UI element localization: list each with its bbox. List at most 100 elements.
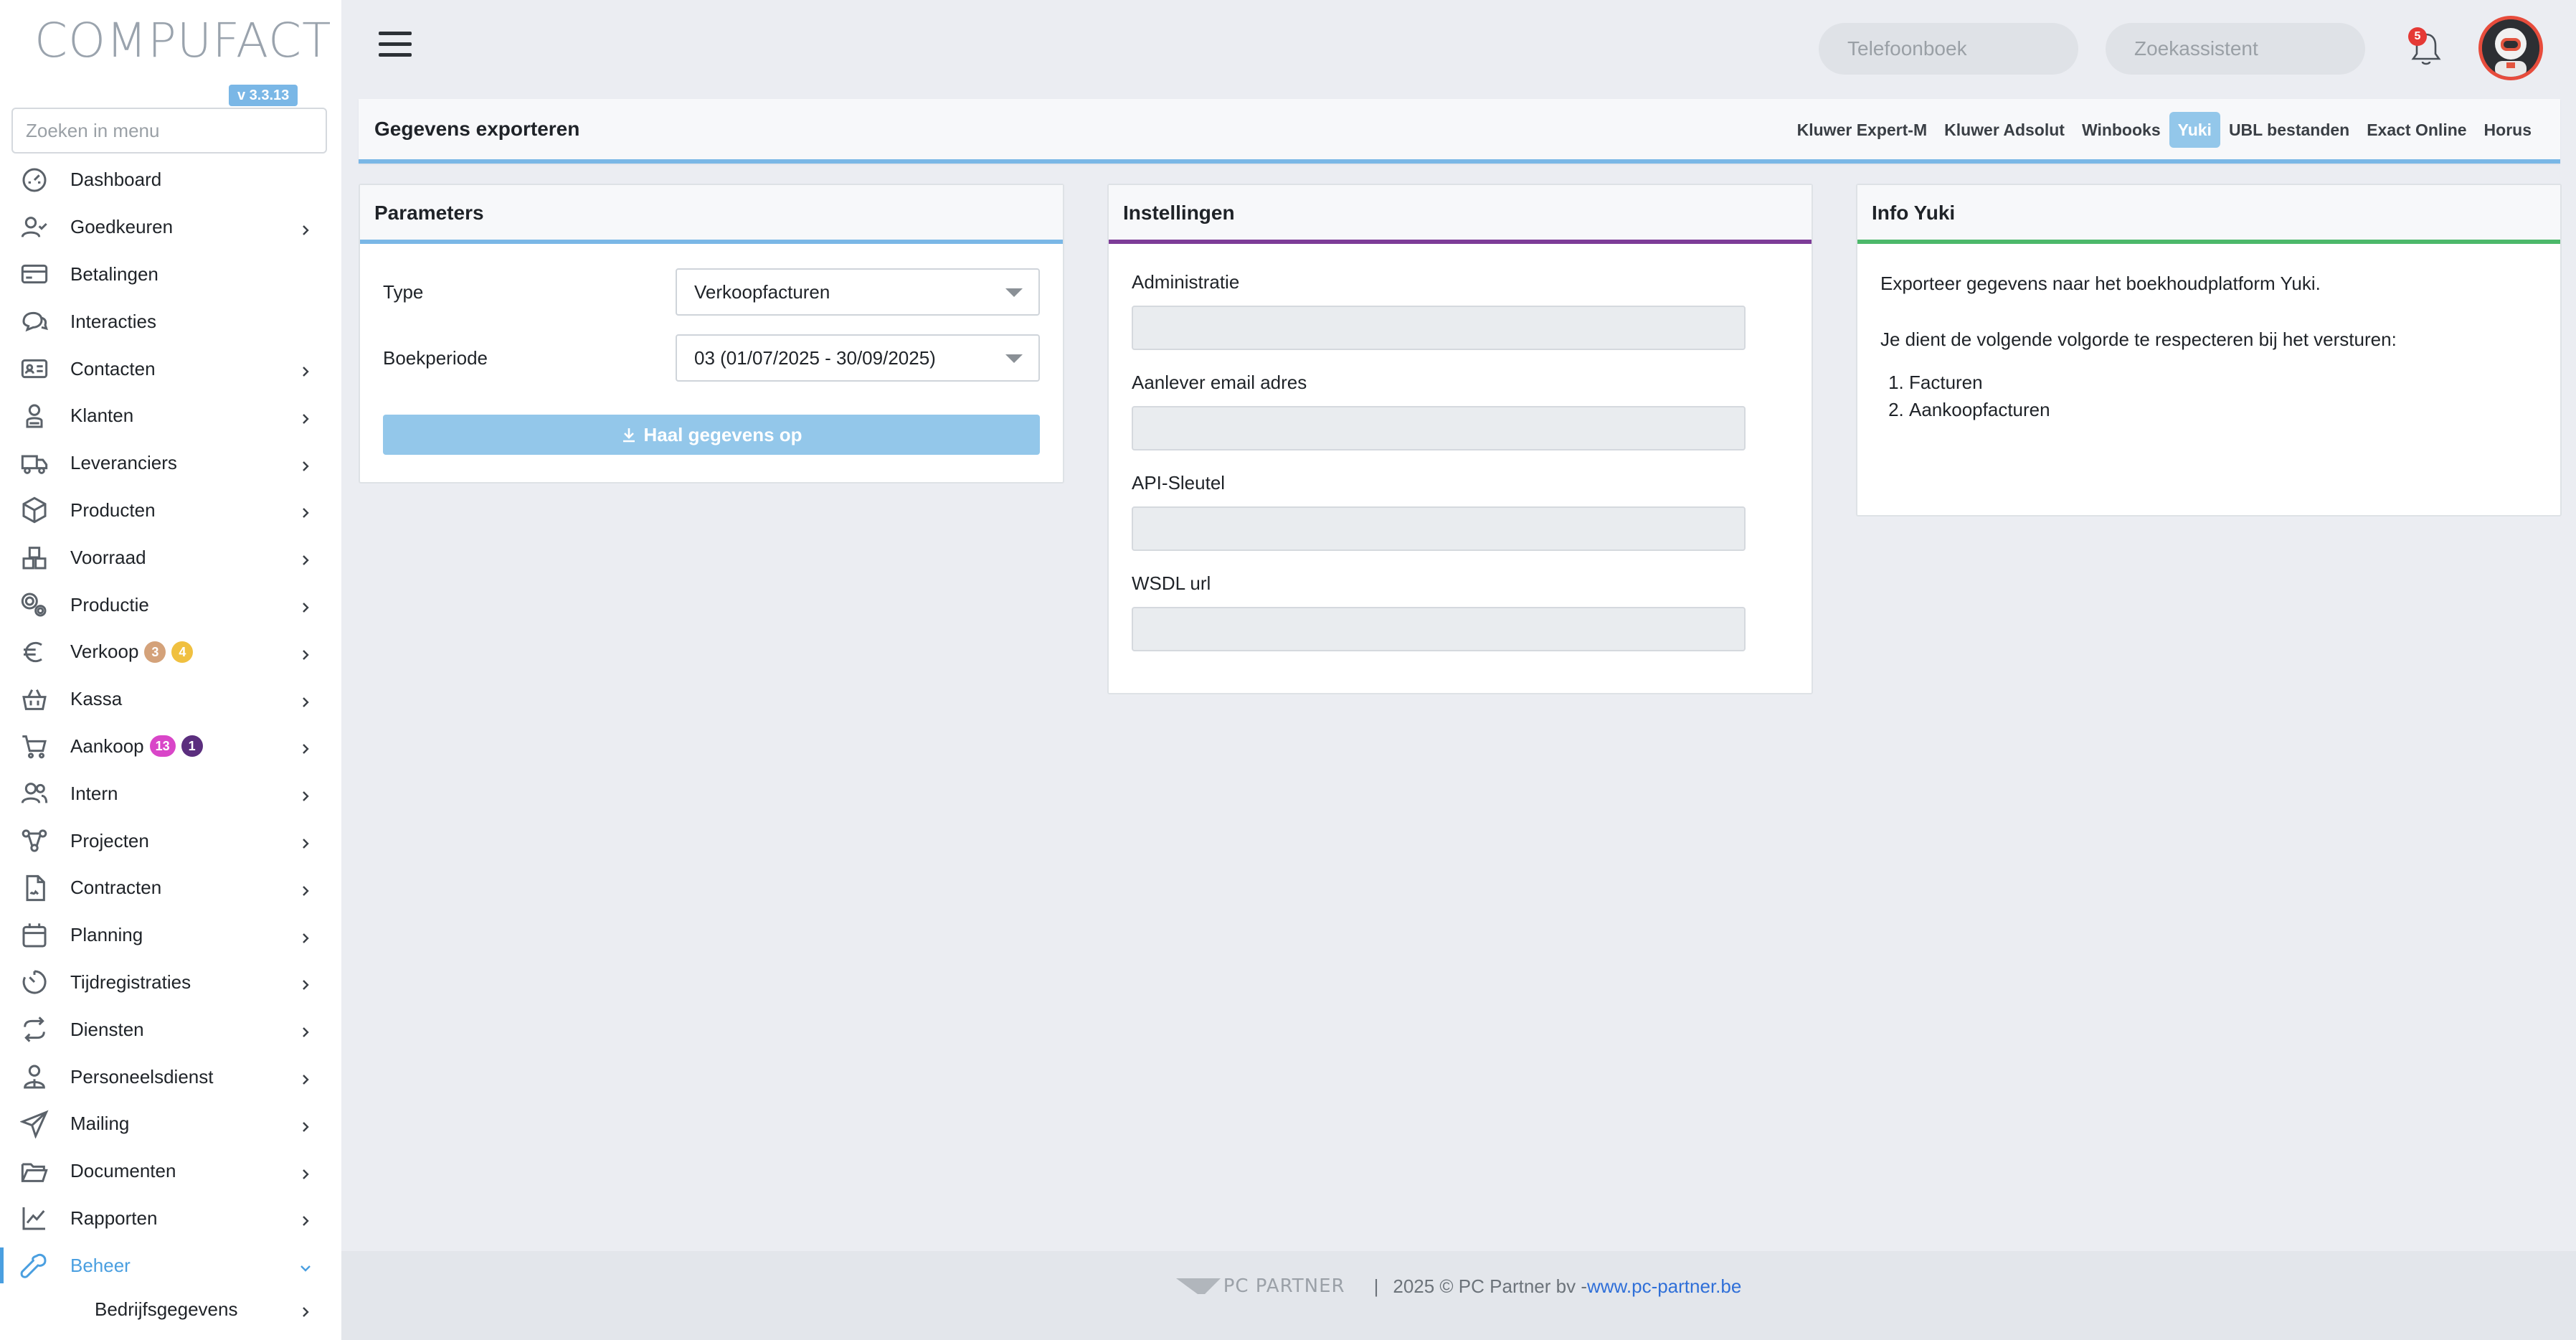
list-item: Aankoopfacturen [1909,396,2050,423]
tab-exact-online[interactable]: Exact Online [2358,112,2475,148]
user-check-icon [19,212,50,243]
sidebar-item-label: Beheer [70,1254,131,1276]
sidebar-item-label: Dashboard [70,169,162,191]
chevron-right-icon [298,503,313,519]
pc-partner-wing-icon [1175,1278,1221,1294]
page-title: Gegevens exporteren [374,118,580,140]
brand-name: COMPUFACT [34,12,332,68]
sidebar-item-voorraad[interactable]: Voorraad [0,534,341,581]
type-select[interactable]: Verkoopfacturen [676,268,1040,316]
sidebar-item-tijdregistraties[interactable]: Tijdregistraties [0,959,341,1006]
delivery-email-label: Aanlever email adres [1132,372,1307,393]
user-avatar[interactable] [2478,16,2543,80]
assistant-search-input[interactable] [2134,37,2393,60]
tab-yuki[interactable]: Yuki [2169,112,2220,148]
sidebar-item-klanten[interactable]: Klanten [0,392,341,440]
administration-input[interactable] [1132,306,1746,350]
footer-website-link[interactable]: www.pc-partner.be [1587,1275,1741,1298]
sidebar-item-verkoop[interactable]: Verkoop 3 4 [0,628,341,676]
sidebar-item-personeelsdienst[interactable]: Personeelsdienst [0,1053,341,1100]
sidebar-item-producten[interactable]: Producten [0,487,341,534]
euro-icon [19,636,50,668]
assistant-search[interactable] [2106,23,2393,75]
chevron-right-icon [298,881,313,896]
sidebar-item-dashboard[interactable]: Dashboard [0,156,341,204]
sidebar: COMPUFACT v 3.3.13 Dashboard Goedkeuren Be… [0,0,341,1340]
sidebar-count-badge: 1 [181,735,203,758]
chevron-right-icon [298,409,313,424]
address-card-icon [19,353,50,384]
sidebar-item-goedkeuren[interactable]: Goedkeuren [0,204,341,251]
sidebar-item-label: Voorraad [70,546,146,568]
hamburger-menu-icon[interactable] [379,32,412,60]
sidebar-item-label: Leveranciers [70,452,177,474]
sidebar-item-rapporten[interactable]: Rapporten [0,1195,341,1242]
sidebar-subitem-bedrijfsgegevens[interactable]: Bedrijfsgegevens [0,1289,341,1329]
api-key-label: API-Sleutel [1132,472,1226,494]
sidebar-item-label: Verkoop [70,641,139,663]
chevron-right-icon [298,739,313,755]
info-steps-list: Facturen Aankoopfacturen [1909,369,2050,423]
wsdl-url-input[interactable] [1132,607,1746,651]
sidebar-item-documenten[interactable]: Documenten [0,1148,341,1195]
customer-icon [19,400,50,432]
sidebar-item-beheer[interactable]: Beheer [0,1242,341,1289]
info-card: Info Yuki Exporteer gegevens naar het bo… [1856,184,2562,516]
chat-bubbles-icon [19,306,50,337]
chevron-right-icon [298,1070,313,1085]
sidebar-item-planning[interactable]: Planning [0,912,341,959]
delivery-email-input[interactable] [1132,406,1746,450]
chevron-right-icon [298,1302,313,1317]
tab-winbooks[interactable]: Winbooks [2073,112,2169,148]
tab-horus[interactable]: Horus [2476,112,2540,148]
sidebar-item-label: Contacten [70,357,156,379]
phonebook-search[interactable] [1819,23,2106,75]
tab-kluwer-expert-m[interactable]: Kluwer Expert-M [1789,112,1936,148]
chevron-right-icon [298,692,313,707]
sidebar-item-label: Intern [70,782,118,804]
sidebar-item-aankoop[interactable]: Aankoop 13 1 [0,723,341,770]
sidebar-item-label: Personeelsdienst [70,1065,214,1087]
sidebar-item-productie[interactable]: Productie [0,581,341,628]
sidebar-item-mailing[interactable]: Mailing [0,1100,341,1148]
list-item: Facturen [1909,369,2050,396]
tab-ubl-bestanden[interactable]: UBL bestanden [2220,112,2358,148]
tab-kluwer-adsolut[interactable]: Kluwer Adsolut [1936,112,2073,148]
wrench-icon [19,1250,50,1281]
menu-search-input[interactable] [11,108,327,154]
sidebar-item-label: Betalingen [70,263,158,285]
sidebar-item-diensten[interactable]: Diensten [0,1006,341,1053]
sidebar-item-label: Producten [70,499,156,521]
export-header: Gegevens exporteren Kluwer Expert-M Kluwe… [359,99,2560,164]
folder-open-icon [19,1156,50,1187]
sidebar-item-contacten[interactable]: Contacten [0,345,341,392]
credit-card-icon [19,258,50,290]
project-nodes-icon [19,825,50,857]
chevron-right-icon [298,550,313,566]
notifications-bell[interactable]: 5 [2408,27,2445,70]
sidebar-item-betalingen[interactable]: Betalingen [0,251,341,298]
users-icon [19,778,50,809]
administration-label: Administratie [1132,271,1240,293]
caret-down-icon [1005,354,1023,363]
sidebar-item-interacties[interactable]: Interacties [0,298,341,345]
fetch-data-button[interactable]: Haal gegevens op [383,415,1040,455]
pc-partner-logo-text: PC PARTNER [1223,1275,1345,1297]
chevron-right-icon [298,928,313,943]
dashboard-icon [19,164,50,196]
logo[interactable]: COMPUFACT [29,11,331,69]
period-select[interactable]: 03 (01/07/2025 - 30/09/2025) [676,334,1040,382]
sidebar-item-leveranciers[interactable]: Leveranciers [0,440,341,487]
phonebook-search-input[interactable] [1847,37,2106,60]
cart-icon [19,730,50,762]
sidebar-item-contracten[interactable]: Contracten [0,864,341,912]
sidebar-item-projecten[interactable]: Projecten [0,817,341,864]
truck-icon [19,448,50,479]
sidebar-item-label: Productie [70,593,149,615]
boxes-icon [19,542,50,573]
sidebar-item-intern[interactable]: Intern [0,770,341,817]
line-chart-icon [19,1202,50,1234]
personnel-icon [19,1061,50,1093]
sidebar-item-kassa[interactable]: Kassa [0,676,341,723]
api-key-input[interactable] [1132,506,1746,551]
